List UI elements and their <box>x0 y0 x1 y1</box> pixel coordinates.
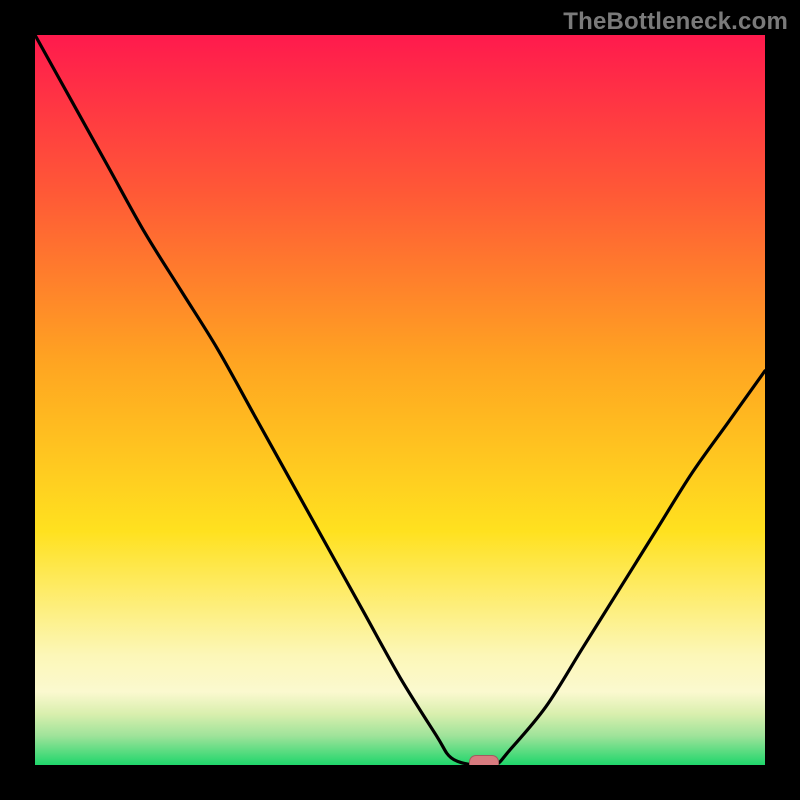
chart-frame: TheBottleneck.com <box>0 0 800 800</box>
optimal-marker <box>469 755 499 765</box>
plot-area <box>35 35 765 765</box>
watermark-text: TheBottleneck.com <box>563 8 788 36</box>
bottleneck-curve <box>35 35 765 765</box>
